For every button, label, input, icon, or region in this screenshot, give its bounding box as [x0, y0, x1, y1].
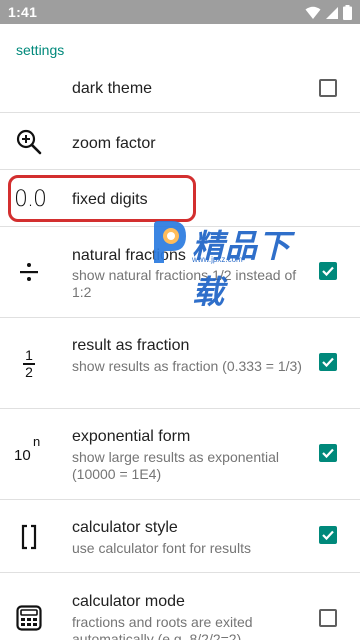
exponential-form-title: exponential form — [72, 428, 191, 445]
fraction-icon: 1 2 — [14, 344, 44, 384]
result-as-fraction-title: result as fraction — [72, 337, 190, 354]
setting-exponential-form[interactable]: 10 n exponential form show large results… — [0, 409, 360, 499]
highlight-annotation — [8, 175, 196, 222]
watermark-logo-icon — [154, 221, 186, 263]
signal-icon — [326, 6, 338, 19]
result-as-fraction-summary: show results as fraction (0.333 = 1/3) — [72, 358, 302, 374]
zoom-in-icon — [14, 127, 44, 157]
fraction-icon-denominator: 2 — [25, 363, 33, 380]
watermark-text: 精品下载 — [192, 228, 292, 310]
dark-theme-title: dark theme — [72, 80, 153, 97]
setting-calculator-mode[interactable]: calculator mode fractions and roots are … — [0, 573, 360, 640]
calculator-mode-title: calculator mode — [72, 593, 185, 610]
status-icons — [305, 5, 352, 20]
status-time: 1:41 — [8, 4, 38, 20]
divide-icon — [14, 257, 44, 287]
setting-calculator-style[interactable]: calculator style use calculator font for… — [0, 500, 360, 572]
fraction-icon-numerator: 1 — [25, 347, 33, 364]
calculator-mode-summary: fractions and roots are exited automatic… — [72, 614, 253, 640]
dark-theme-checkbox[interactable] — [319, 79, 337, 97]
calculator-style-checkbox[interactable] — [319, 526, 337, 544]
exponential-icon-base: 10 — [14, 447, 31, 464]
setting-dark-theme[interactable]: dark theme — [0, 64, 360, 112]
result-as-fraction-checkbox[interactable] — [319, 353, 337, 371]
battery-icon — [343, 5, 352, 20]
status-bar: 1:41 — [0, 0, 360, 24]
setting-zoom-factor[interactable]: zoom factor — [0, 113, 360, 169]
watermark: 精品下载 www.jpxz.com — [148, 219, 308, 310]
setting-result-as-fraction[interactable]: 1 2 result as fraction show results as f… — [0, 318, 360, 408]
calculator-style-summary: use calculator font for results — [72, 540, 251, 556]
natural-fractions-checkbox[interactable] — [319, 262, 337, 280]
exponential-form-summary: show large results as exponential (10000… — [72, 449, 280, 482]
watermark-subtext: www.jpxz.com — [192, 255, 243, 264]
calculator-mode-checkbox[interactable] — [319, 609, 337, 627]
exponential-form-checkbox[interactable] — [319, 444, 337, 462]
exponential-icon: 10 n — [14, 433, 48, 473]
calculator-font-icon — [14, 522, 44, 552]
settings-section-header: settings — [16, 42, 65, 58]
calculator-icon — [14, 603, 44, 633]
zoom-factor-title: zoom factor — [72, 135, 156, 152]
exponential-icon-exponent: n — [33, 434, 41, 449]
wifi-icon — [305, 6, 321, 19]
calculator-style-title: calculator style — [72, 519, 178, 536]
